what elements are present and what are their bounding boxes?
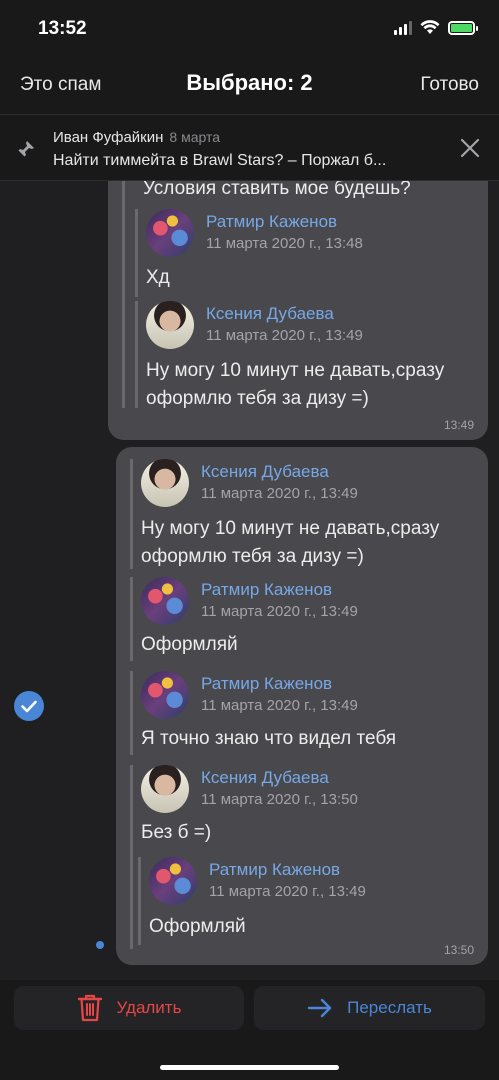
status-bar: 13:52 [0,0,499,58]
trash-icon [77,994,102,1022]
forwarded-message: Ксения Дубаева 11 марта 2020 г., 13:49 Н… [130,459,480,569]
selected-check[interactable] [14,691,44,721]
arrow-right-icon [307,998,332,1018]
message-text: Без б =) [141,822,212,843]
pinned-text: Найти тиммейта в Brawl Stars? – Поржал б… [53,152,387,169]
author-name[interactable]: Ратмир Каженов [206,212,337,232]
avatar[interactable] [146,209,194,257]
message-date: 11 марта 2020 г., 13:49 [201,485,358,502]
status-time: 13:52 [38,18,87,39]
message-date: 11 марта 2020 г., 13:50 [201,791,358,808]
forwarded-block: Условия ставить мое будешь? Ратмир Кажен… [122,181,472,409]
message-text: Оформляй [141,634,238,655]
close-icon[interactable] [459,137,481,159]
pinned-date: 8 марта [169,129,221,145]
pin-icon [17,141,34,158]
author-name[interactable]: Ратмир Каженов [201,580,332,600]
message-date: 11 марта 2020 г., 13:48 [206,235,363,252]
forward-label: Переслать [347,998,432,1017]
author-name[interactable]: Ратмир Каженов [209,860,340,880]
status-icons [394,20,478,35]
message-text: Условия ставить мое будешь? [143,181,411,199]
delete-label: Удалить [116,998,182,1017]
delete-button[interactable]: Удалить [14,986,244,1030]
navbar: Это спам Выбрано: 2 Готово [0,58,499,114]
check-icon [21,700,37,713]
message-time: 13:50 [443,943,474,957]
unread-dot [96,941,104,949]
message-date: 11 марта 2020 г., 13:49 [209,883,366,900]
forwarded-message: Ратмир Каженов 11 марта 2020 г., 13:49 Я… [130,671,480,755]
message-date: 11 марта 2020 г., 13:49 [201,603,358,620]
avatar[interactable] [141,459,189,507]
chat-area[interactable]: Условия ставить мое будешь? Ратмир Кажен… [0,181,499,980]
author-name[interactable]: Ратмир Каженов [201,674,332,694]
author-name[interactable]: Ксения Дубаева [201,768,329,788]
pinned-message[interactable]: Иван Фуфайкин 8 марта Найти тиммейта в Br… [0,114,499,181]
avatar[interactable] [141,765,189,813]
avatar[interactable] [146,301,194,349]
message-text: Я точно знаю что видел тебя [141,728,397,749]
action-bar: Удалить Переслать [0,980,499,1080]
message-text: Хд [146,267,170,288]
home-indicator[interactable] [160,1065,339,1070]
message-text: Ну могу 10 минут не давать,сразу оформлю… [141,518,440,567]
message-bubble[interactable]: Ксения Дубаева 11 марта 2020 г., 13:49 Н… [116,447,488,965]
forwarded-message: Ратмир Каженов 11 марта 2020 г., 13:48 Х… [135,209,465,297]
avatar[interactable] [141,577,189,625]
message-time: 13:49 [443,418,474,432]
message-text: Оформляй [149,916,246,937]
author-name[interactable]: Ксения Дубаева [201,462,329,482]
forwarded-message: Ксения Дубаева 11 марта 2020 г., 13:50 Б… [130,765,480,949]
message-date: 11 марта 2020 г., 13:49 [201,697,358,714]
forwarded-message: Ратмир Каженов 11 марта 2020 г., 13:49 О… [130,577,480,661]
avatar[interactable] [141,671,189,719]
message-date: 11 марта 2020 г., 13:49 [206,327,363,344]
pinned-author-name: Иван Фуфайкин [53,129,164,146]
avatar[interactable] [149,857,197,905]
forwarded-message: Ксения Дубаева 11 марта 2020 г., 13:49 Н… [135,301,470,409]
forward-button[interactable]: Переслать [254,986,485,1030]
forwarded-message-nested: Ратмир Каженов 11 марта 2020 г., 13:49 О… [138,857,468,945]
wifi-icon [420,20,440,34]
author-name[interactable]: Ксения Дубаева [206,304,334,324]
message-text: Ну могу 10 минут не давать,сразу оформлю… [146,360,445,409]
signal-icon [394,20,412,35]
battery-icon [448,20,478,35]
pinned-author: Иван Фуфайкин 8 марта [53,129,220,146]
done-button[interactable]: Готово [420,74,479,96]
message-bubble[interactable]: Условия ставить мое будешь? Ратмир Кажен… [108,181,488,440]
